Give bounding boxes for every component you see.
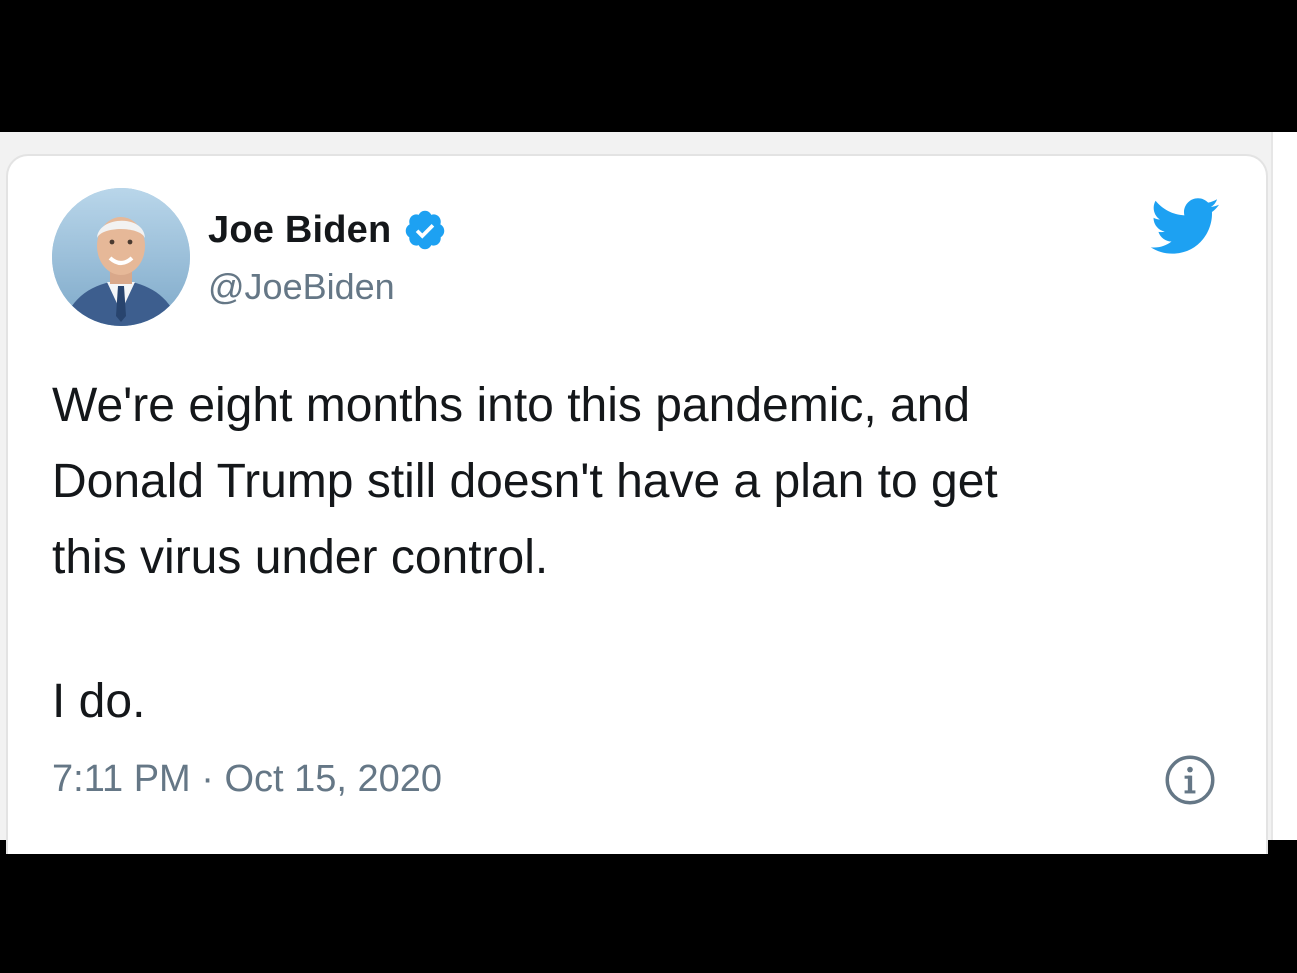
author-handle[interactable]: @JoeBiden — [208, 266, 395, 308]
tweet-timestamp[interactable]: 7:11 PM · Oct 15, 2020 — [52, 758, 442, 801]
verified-badge-icon — [406, 210, 445, 250]
avatar[interactable] — [52, 188, 190, 326]
screenshot-frame: Joe Biden @JoeBiden We're eight months i… — [0, 0, 1297, 973]
tweet-embed-area: Joe Biden @JoeBiden We're eight months i… — [0, 132, 1297, 854]
info-icon[interactable] — [1164, 754, 1216, 806]
author-name-row[interactable]: Joe Biden — [208, 208, 447, 252]
profile-photo — [52, 188, 190, 326]
display-name[interactable]: Joe Biden — [208, 209, 391, 252]
tweet-card[interactable]: Joe Biden @JoeBiden We're eight months i… — [6, 154, 1268, 854]
tweet-body-second-paragraph: I do. — [52, 675, 146, 728]
page-edge-strip — [1271, 132, 1297, 840]
twitter-bird-icon[interactable] — [1148, 196, 1220, 256]
tweet-body: We're eight months into this pandemic, a… — [52, 379, 998, 584]
